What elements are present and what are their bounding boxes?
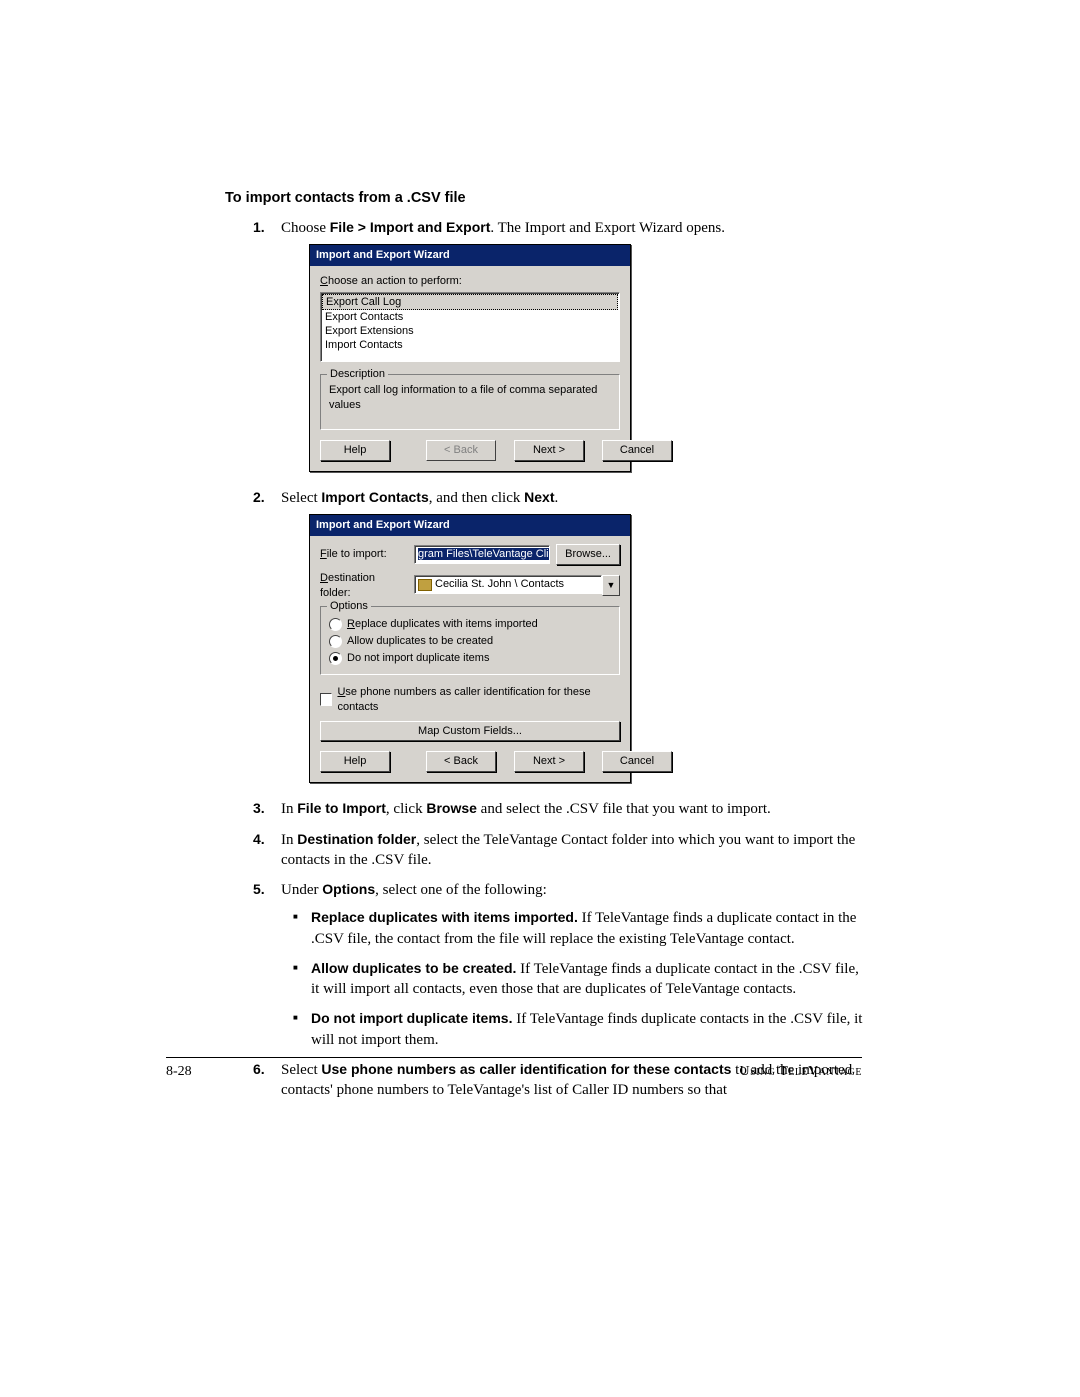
group-legend: Description (327, 367, 388, 382)
dialog-title: Import and Export Wizard (310, 245, 630, 266)
option-replace[interactable]: Replace duplicates with items imported (329, 617, 611, 632)
chevron-down-icon[interactable]: ▼ (602, 575, 620, 596)
description-group: Description Export call log information … (320, 374, 620, 430)
help-button[interactable]: Help (320, 751, 390, 772)
list-item: Allow duplicates to be created. If TeleV… (293, 959, 865, 1000)
list-item: Do not import duplicate items. If TeleVa… (293, 1009, 865, 1050)
step-number: 1. (253, 218, 265, 237)
step-5: 5. Under Options, select one of the foll… (253, 880, 865, 1050)
file-to-import-label: File to import: (320, 547, 408, 562)
step-text: Choose File > Import and Export. The Imp… (281, 220, 725, 236)
step-number: 5. (253, 880, 265, 899)
dialog-title: Import and Export Wizard (310, 515, 630, 536)
page-footer: 8-28 Using TeleVantage (166, 1057, 862, 1080)
list-item[interactable]: Export Extensions (322, 324, 618, 338)
description-text: Export call log information to a file of… (329, 383, 611, 423)
action-listbox[interactable]: Export Call Log Export Contacts Export E… (320, 292, 620, 362)
option-skip[interactable]: Do not import duplicate items (329, 651, 611, 666)
list-item[interactable]: Export Call Log (322, 294, 618, 310)
options-group: Options Replace duplicates with items im… (320, 606, 620, 675)
step-4: 4. In Destination folder, select the Tel… (253, 830, 865, 871)
caller-id-checkbox[interactable]: Use phone numbers as caller identificati… (320, 685, 620, 715)
back-button[interactable]: < Back (426, 751, 496, 772)
step-text: Select Import Contacts, and then click N… (281, 490, 558, 506)
option-allow[interactable]: Allow duplicates to be created (329, 634, 611, 649)
step-text: In File to Import, click Browse and sele… (281, 801, 771, 817)
step-number: 2. (253, 488, 265, 507)
options-bullet-list: Replace duplicates with items imported. … (293, 908, 865, 1050)
list-item: Replace duplicates with items imported. … (293, 908, 865, 949)
map-fields-button[interactable]: Map Custom Fields... (320, 721, 620, 742)
destination-folder-label: Destination folder: (320, 571, 408, 601)
step-1: 1. Choose File > Import and Export. The … (253, 218, 865, 472)
wizard-dialog-2: Import and Export Wizard File to import:… (309, 514, 631, 783)
step-number: 3. (253, 799, 265, 818)
step-list: 1. Choose File > Import and Export. The … (253, 218, 865, 1100)
list-item[interactable]: Export Contacts (322, 310, 618, 324)
folder-icon (418, 579, 432, 591)
wizard-dialog-1: Import and Export Wizard Choose an actio… (309, 244, 631, 472)
page-number: 8-28 (166, 1064, 192, 1080)
browse-button[interactable]: Browse... (556, 544, 620, 565)
footer-title: Using TeleVantage (192, 1064, 862, 1080)
back-button: < Back (426, 440, 496, 461)
section-heading: To import contacts from a .CSV file (225, 190, 865, 206)
checkbox-icon (320, 693, 332, 706)
next-button[interactable]: Next > (514, 440, 584, 461)
step-number: 4. (253, 830, 265, 849)
group-legend: Options (327, 599, 371, 614)
help-button[interactable]: Help (320, 440, 390, 461)
destination-folder-combo[interactable]: Cecilia St. John \ Contacts ▼ (414, 575, 620, 596)
choose-action-label: Choose an action to perform: (320, 274, 620, 289)
file-to-import-input[interactable]: gram Files\TeleVantage Client\Contacts.c… (414, 545, 550, 564)
cancel-button[interactable]: Cancel (602, 751, 672, 772)
step-2: 2. Select Import Contacts, and then clic… (253, 488, 865, 784)
next-button[interactable]: Next > (514, 751, 584, 772)
page: To import contacts from a .CSV file 1. C… (0, 0, 1080, 1190)
list-item[interactable]: Import Contacts (322, 338, 618, 352)
step-3: 3. In File to Import, click Browse and s… (253, 799, 865, 819)
step-text: In Destination folder, select the TeleVa… (281, 832, 855, 868)
step-text: Under Options, select one of the followi… (281, 882, 547, 898)
cancel-button[interactable]: Cancel (602, 440, 672, 461)
